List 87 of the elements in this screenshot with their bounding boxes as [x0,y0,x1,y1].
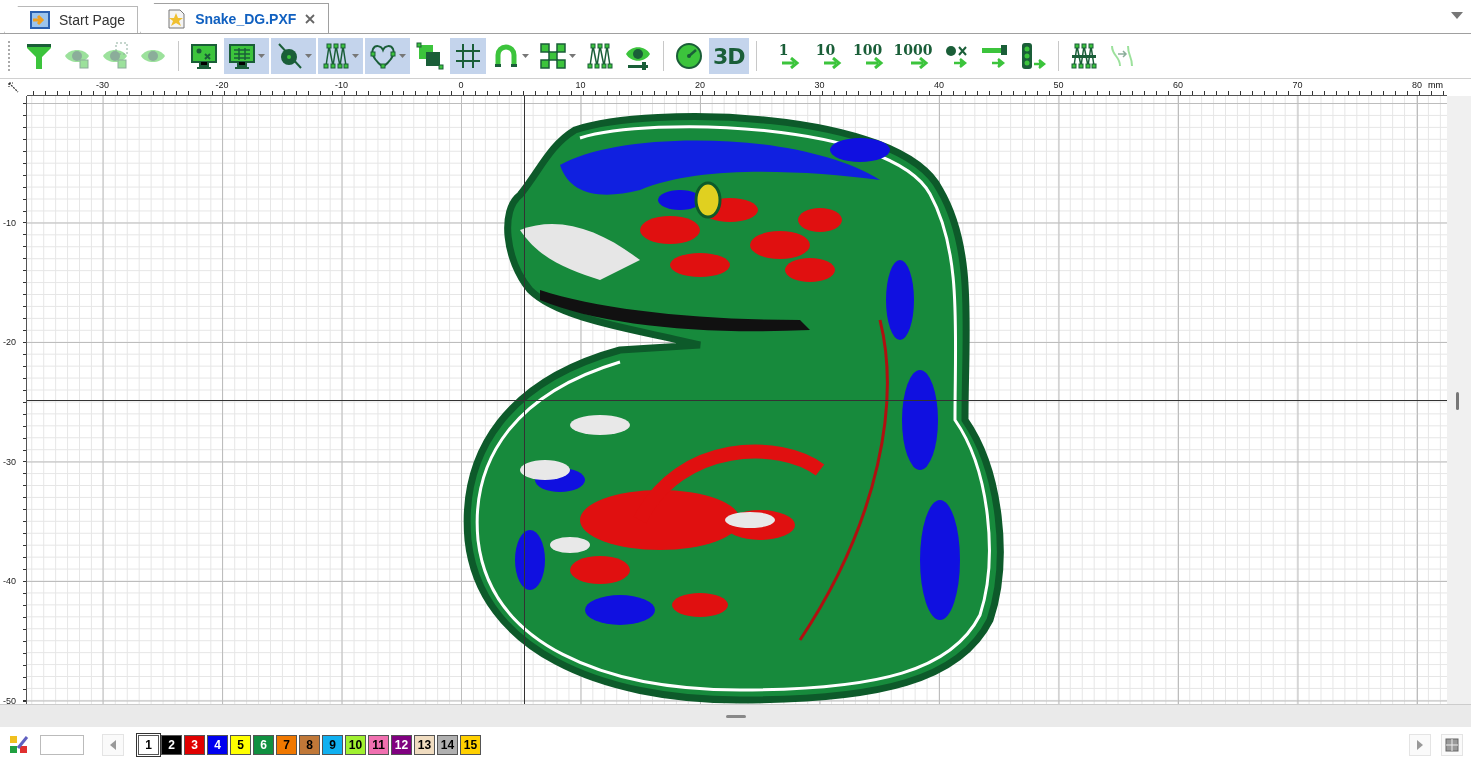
document-tab[interactable]: Snake_DG.PXF [140,3,330,33]
scroll-thumb[interactable] [1456,392,1459,410]
toolbar-button[interactable] [271,38,316,74]
design-canvas[interactable] [27,96,1447,704]
caret-icon [569,54,576,58]
squares-icon [416,42,444,70]
step-button[interactable]: 1 [763,38,804,74]
palette-icon[interactable] [8,734,30,756]
color-swatch[interactable]: 8 [299,735,320,755]
stitches-icon [322,42,350,70]
color-swatch[interactable]: 7 [276,735,297,755]
dropdown-arrow-icon[interactable] [1451,12,1463,20]
color-swatch[interactable]: 6 [253,735,274,755]
arrow-icon [911,57,930,69]
color-swatch[interactable]: 4 [207,735,228,755]
ruler-label: -50 [3,695,16,706]
toolbar-button[interactable] [450,38,486,74]
color-swatch[interactable]: 12 [391,735,412,755]
heart-icon [369,42,397,70]
caret-icon [522,54,529,58]
caret-icon [399,54,406,58]
monitor-x-icon [190,42,218,70]
fit-view-button[interactable] [1441,734,1463,756]
step-button[interactable]: 10 [805,38,846,74]
cross-squares-icon [539,42,567,70]
arrow-icon [823,57,842,69]
toolbar-button[interactable]: 3D [709,38,749,74]
ruler-label: 50 [1053,80,1064,90]
grid-icon [454,42,482,70]
caret-icon [352,54,359,58]
color-swatch[interactable]: 11 [368,735,389,755]
ruler-label: 70 [1292,80,1303,90]
grid-view-icon [1444,737,1460,753]
bar-icon [980,42,1009,70]
ruler-label: -20 [215,80,229,90]
magnet-icon [492,42,520,70]
stitches-icon [586,42,614,70]
ruler-label: -10 [3,217,16,228]
toolbar-button[interactable] [224,38,269,74]
color-swatch[interactable]: 5 [230,735,251,755]
close-icon[interactable] [304,12,317,25]
caret-icon [305,54,312,58]
toolbar-button[interactable] [365,38,410,74]
left-arrow-icon [110,740,116,750]
toolbar-button[interactable] [318,38,363,74]
color-swatch[interactable]: 10 [345,735,366,755]
color-swatch[interactable]: 9 [322,735,343,755]
step-button[interactable]: 1000 [889,38,937,74]
color-swatch[interactable]: 1 [138,735,159,755]
stitches-bar-icon [1069,42,1098,70]
input-field[interactable] [40,735,84,755]
ruler-label: 40 [934,80,944,90]
color-swatch[interactable]: 2 [161,735,182,755]
step-button[interactable]: 100 [847,38,888,74]
ruler-label: -30 [3,456,16,467]
ruler-label: 0 [458,80,464,90]
document-tab[interactable]: Start Page [4,6,139,33]
eye-box-icon [101,42,129,70]
ruler-label: 10 [575,80,586,90]
scrollbar[interactable] [1447,96,1471,704]
caret-icon [258,54,265,58]
ruler-label: -30 [96,80,109,90]
color-swatch[interactable]: 13 [414,735,435,755]
ruler-label: 30 [814,80,825,90]
node-icon [275,42,303,70]
arrow-icon [865,57,884,69]
document-icon [165,8,188,29]
color-swatch[interactable]: 3 [184,735,205,755]
filter-icon [25,42,53,70]
ruler-label: 20 [695,80,705,90]
scroll-left-button[interactable] [102,734,124,756]
ruler-label: 60 [1173,80,1183,90]
scroll-right-button[interactable] [1409,734,1431,756]
splitter-handle[interactable] [725,714,746,718]
right-arrow-icon [1417,740,1423,750]
ruler-label: 80 [1412,80,1422,90]
arrow-icon [781,57,800,69]
ruler-label: -40 [3,576,16,586]
color-swatch[interactable]: 15 [460,735,481,755]
ruler-label: -10 [335,80,348,90]
color-swatch[interactable]: 14 [437,735,458,755]
unit-label: mm [1428,80,1443,90]
ruler-label: -20 [3,337,16,347]
gauge-icon [675,42,703,70]
cursor-icon[interactable] [7,81,20,94]
monitor-grid-icon [228,42,256,70]
start-page-icon [29,10,51,30]
